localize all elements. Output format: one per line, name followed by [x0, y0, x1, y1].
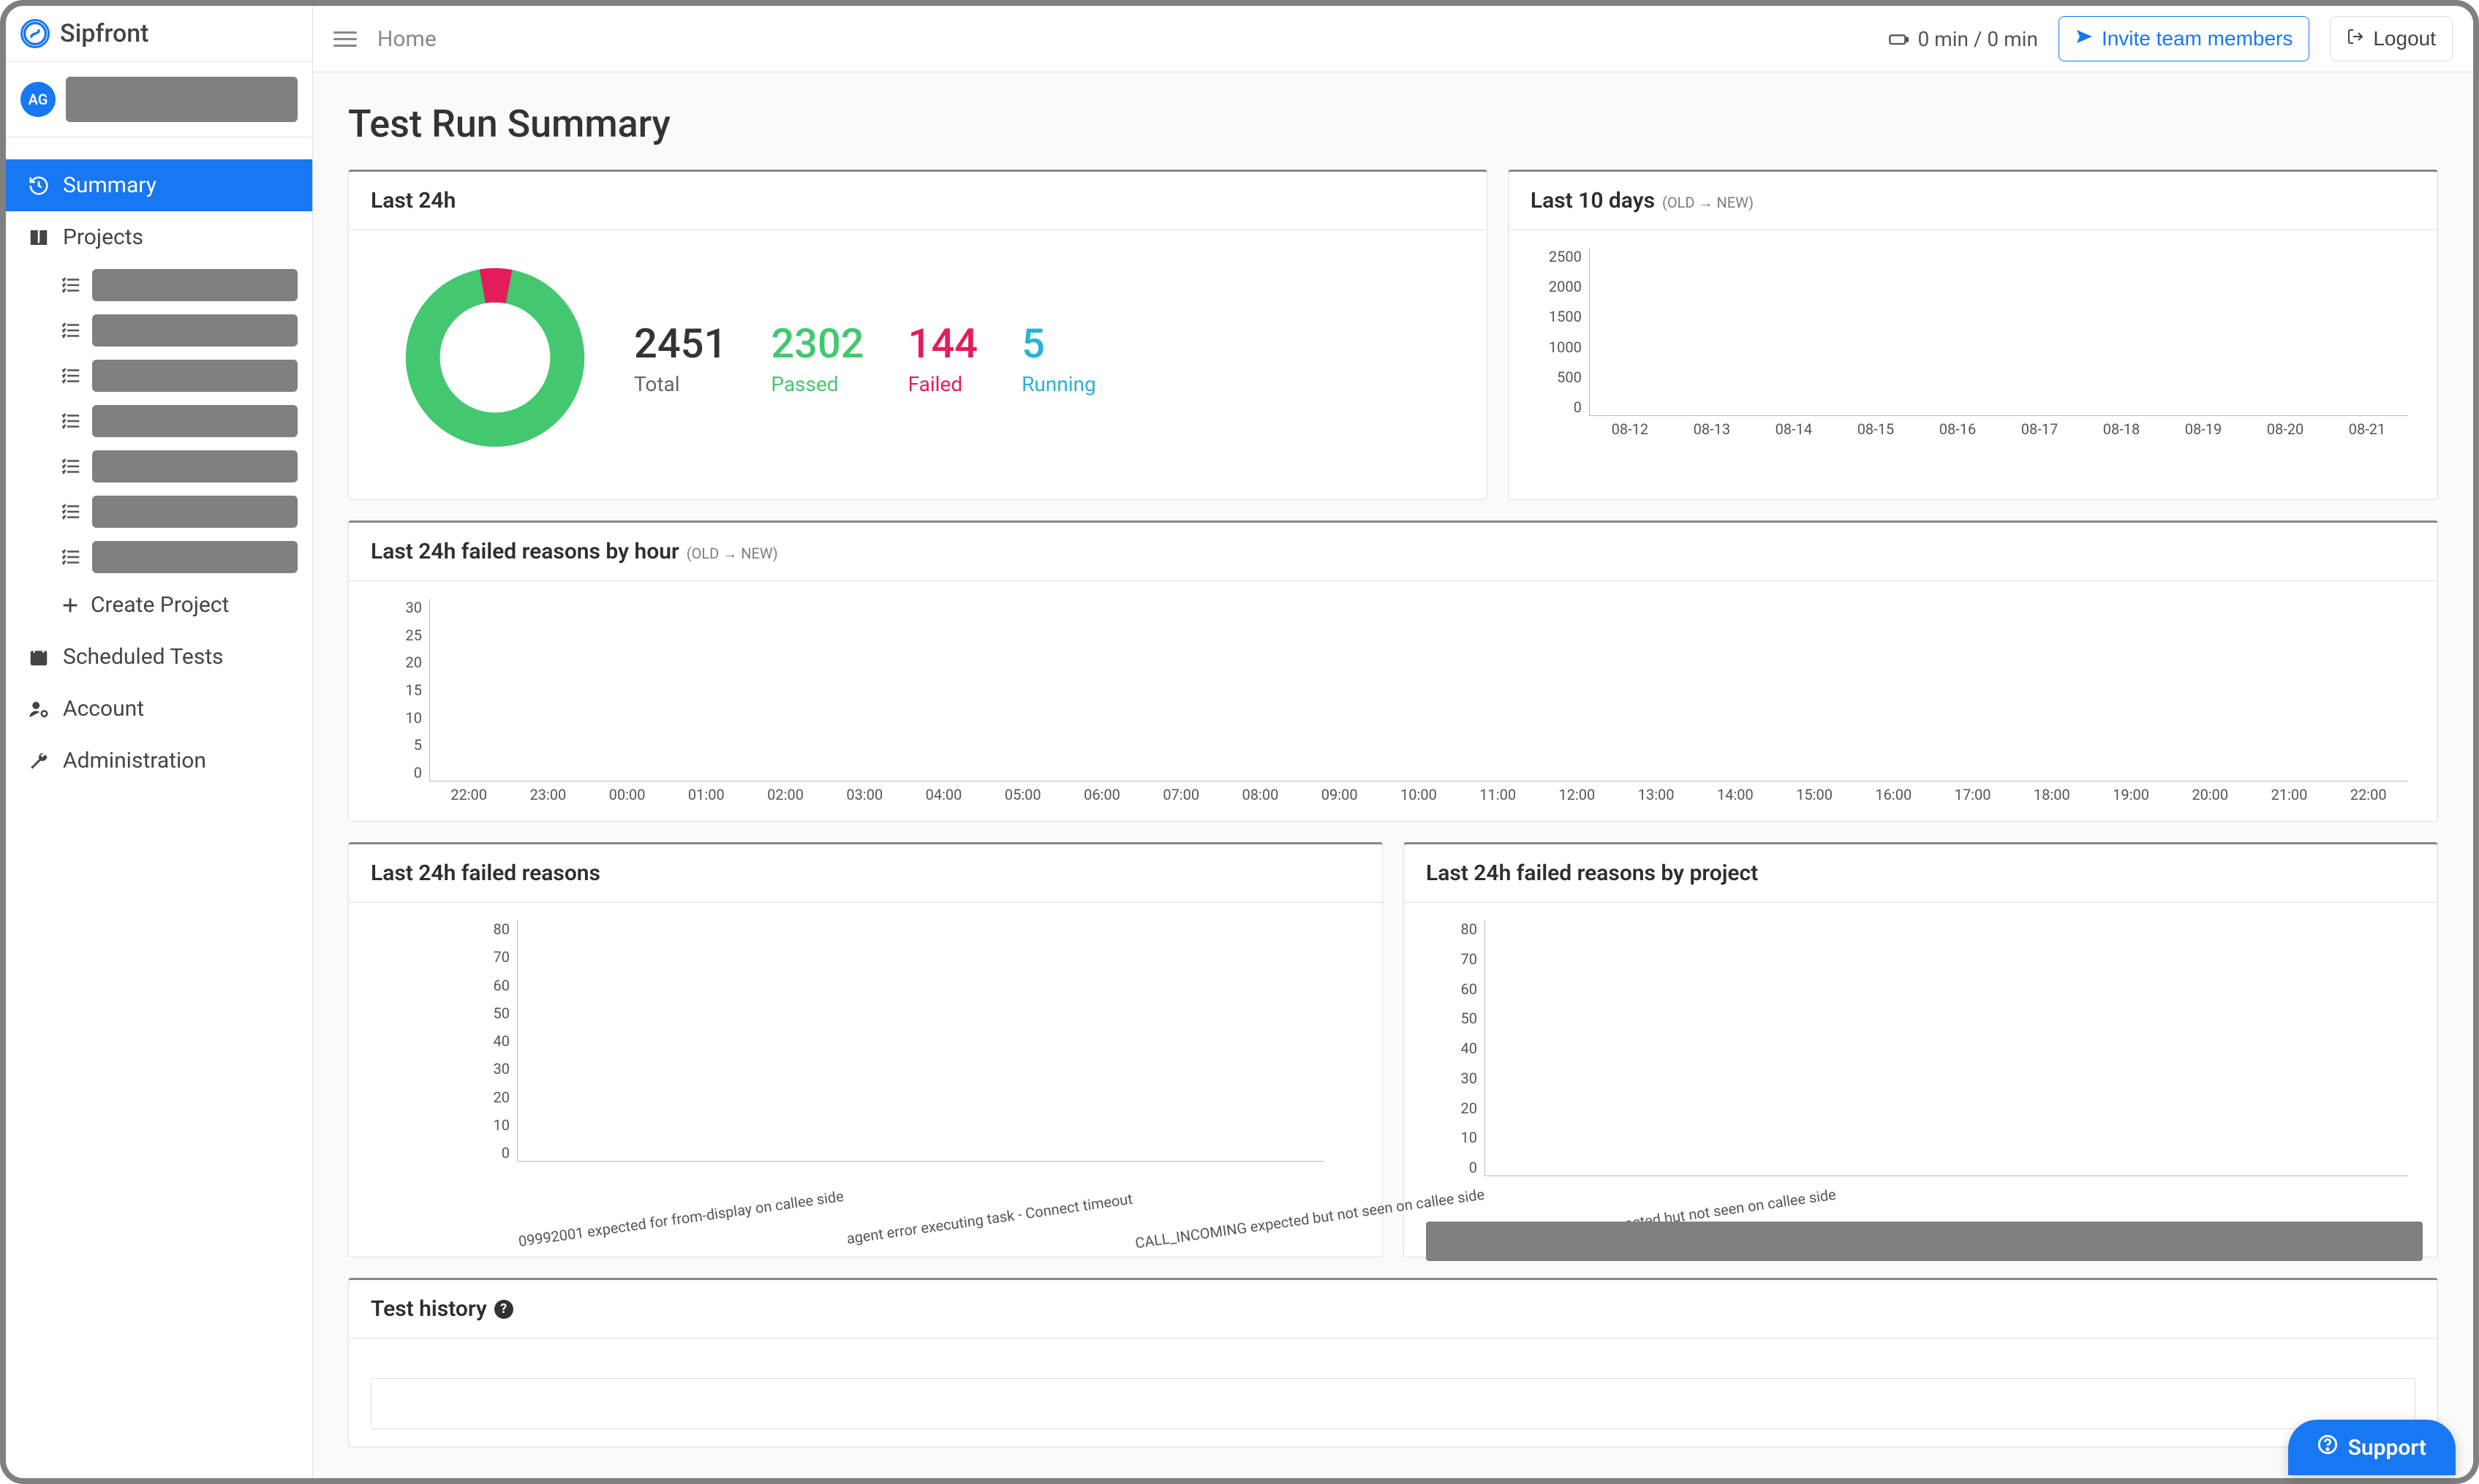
project-names-redacted — [1426, 1222, 2423, 1261]
project-name-redacted — [92, 314, 298, 347]
panel-byhour: Last 24h failed reasons by hour (OLD → N… — [348, 520, 2438, 822]
panel-title: Last 24h failed reasons by project — [1426, 860, 1758, 886]
sidebar-item-account[interactable]: Account — [6, 683, 312, 735]
page-title: Test Run Summary — [348, 102, 2438, 146]
stat-failed: 144 Failed — [908, 319, 978, 396]
project-name-redacted — [92, 541, 298, 573]
breadcrumb[interactable]: Home — [377, 26, 1868, 52]
usage-meter: 0 min / 0 min — [1888, 27, 2037, 51]
checklist-icon — [60, 274, 82, 296]
topbar: Home 0 min / 0 min Invite team members L… — [313, 6, 2473, 72]
checklist-icon — [60, 365, 82, 387]
sidebar-project-item[interactable] — [60, 360, 298, 392]
user-gear-icon — [26, 697, 51, 722]
nav: Summary Projects Create Project Schedule — [6, 137, 312, 787]
panel-title: Last 24h failed reasons — [371, 860, 600, 886]
panel-title: Last 24h — [371, 188, 456, 213]
donut-chart — [400, 262, 590, 453]
checklist-icon — [60, 455, 82, 477]
stat-total: 2451 Total — [634, 319, 727, 396]
sidebar-project-item[interactable] — [60, 405, 298, 437]
history-icon — [26, 173, 51, 198]
user-row[interactable]: AG — [6, 62, 312, 137]
logout-button[interactable]: Logout — [2330, 16, 2453, 61]
sidebar-item-label: Projects — [63, 224, 143, 250]
battery-icon — [1888, 29, 1909, 49]
chart-byproject: 80706050403020100 — [1426, 920, 2415, 1198]
main: Home 0 min / 0 min Invite team members L… — [313, 6, 2473, 1478]
stat-running: 5 Running — [1022, 319, 1096, 396]
panel-byproject: Last 24h failed reasons by project 80706… — [1403, 842, 2438, 1257]
content: Test Run Summary Last 24h — [313, 72, 2473, 1478]
sidebar-project-item[interactable] — [60, 314, 298, 347]
panel-title: Test history — [371, 1296, 487, 1322]
usage-text: 0 min / 0 min — [1917, 27, 2037, 51]
calendar-icon — [26, 645, 51, 670]
support-button[interactable]: Support — [2288, 1420, 2456, 1475]
plus-icon — [60, 595, 80, 616]
sidebar-item-projects[interactable]: Projects — [6, 211, 312, 263]
sidebar-item-label: Account — [63, 696, 144, 722]
sidebar-project-item[interactable] — [60, 496, 298, 528]
panel-subtitle: (OLD → NEW) — [1662, 194, 1754, 212]
project-name-redacted — [92, 269, 298, 301]
checklist-icon — [60, 319, 82, 341]
stat-passed: 2302 Passed — [771, 319, 864, 396]
history-search-input[interactable] — [371, 1378, 2415, 1429]
button-label: Invite team members — [2102, 27, 2293, 50]
avatar: AG — [20, 82, 56, 117]
book-icon — [26, 225, 51, 250]
sidebar-project-item[interactable] — [60, 269, 298, 301]
brand-name: Sipfront — [60, 19, 149, 48]
sidebar-item-label: Scheduled Tests — [63, 644, 224, 670]
logout-icon — [2347, 27, 2364, 50]
panel-history: Test history ? — [348, 1278, 2438, 1447]
chart-reasons: 8070605040302010009992001 expected for f… — [459, 920, 1331, 1184]
chart-byhour: 30252015105022:0023:0000:0001:0002:0003:… — [371, 599, 2415, 803]
sidebar-project-item[interactable] — [60, 450, 298, 482]
brand: Sipfront — [6, 6, 312, 62]
sidebar-item-create-project[interactable]: Create Project — [6, 579, 312, 631]
wrench-icon — [26, 749, 51, 773]
panel-title: Last 24h failed reasons by hour — [371, 539, 679, 564]
panel-title: Last 10 days — [1531, 188, 1655, 213]
brand-logo-icon — [20, 19, 50, 48]
sidebar-item-administration[interactable]: Administration — [6, 735, 312, 787]
chart-last10days: 2500200015001000500008-1208-1308-1408-15… — [1531, 248, 2415, 438]
sidebar-item-label: Create Project — [91, 592, 229, 618]
panel-subtitle: (OLD → NEW) — [687, 545, 778, 563]
help-icon[interactable]: ? — [494, 1300, 513, 1319]
button-label: Support — [2348, 1435, 2426, 1461]
panel-last10days: Last 10 days (OLD → NEW) 250020001500100… — [1508, 170, 2438, 500]
sidebar: Sipfront AG Summary Projects — [6, 6, 313, 1478]
project-name-redacted — [92, 496, 298, 528]
invite-button[interactable]: Invite team members — [2059, 16, 2309, 61]
sidebar-item-summary[interactable]: Summary — [6, 159, 312, 211]
project-name-redacted — [92, 405, 298, 437]
project-name-redacted — [92, 360, 298, 392]
panel-reasons: Last 24h failed reasons 8070605040302010… — [348, 842, 1383, 1257]
user-name-redacted — [66, 77, 298, 122]
help-circle-icon — [2317, 1434, 2338, 1461]
checklist-icon — [60, 546, 82, 568]
project-name-redacted — [92, 450, 298, 482]
checklist-icon — [60, 501, 82, 523]
sidebar-item-label: Summary — [63, 173, 156, 198]
sidebar-item-scheduled[interactable]: Scheduled Tests — [6, 631, 312, 683]
project-list — [6, 269, 312, 573]
panel-last24: Last 24h 2451 Total — [348, 170, 1487, 500]
checklist-icon — [60, 410, 82, 432]
sidebar-project-item[interactable] — [60, 541, 298, 573]
menu-toggle-icon[interactable] — [333, 27, 357, 50]
sidebar-item-label: Administration — [63, 748, 206, 773]
button-label: Logout — [2373, 27, 2436, 50]
paper-plane-icon — [2075, 27, 2093, 50]
